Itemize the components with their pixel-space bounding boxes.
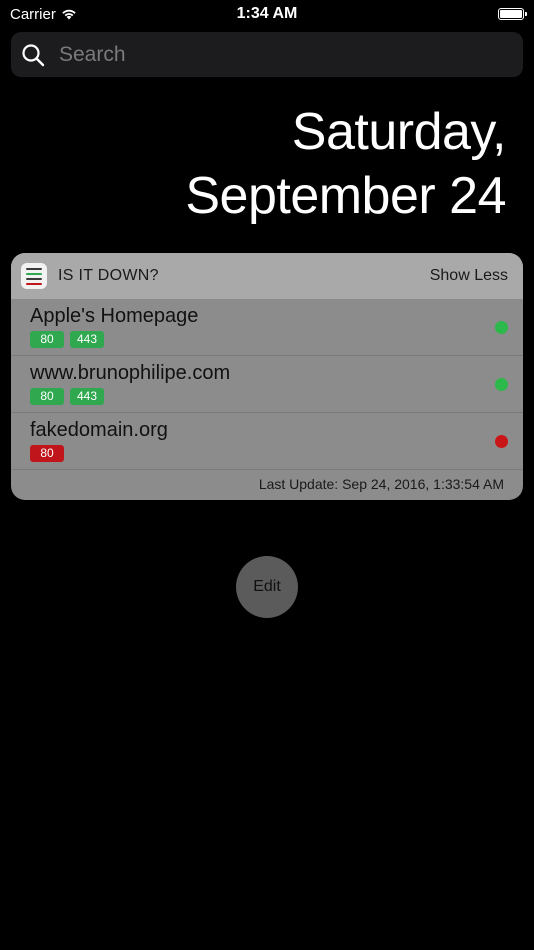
date-display: Saturday, September 24 (185, 100, 506, 228)
search-icon (22, 43, 45, 66)
port-list: 80 443 (30, 388, 104, 405)
site-name: Apple's Homepage (30, 305, 199, 327)
status-left: Carrier (10, 6, 77, 23)
date-weekday: Saturday, (291, 103, 507, 161)
status-indicator (495, 378, 508, 391)
status-indicator (495, 321, 508, 334)
date-day: September 24 (185, 167, 506, 225)
list-icon-line (26, 277, 42, 280)
list-icon-line (26, 267, 42, 270)
carrier-label: Carrier (10, 5, 56, 23)
site-name: www.brunophilipe.com (30, 362, 231, 384)
site-row[interactable]: fakedomain.org 80 (11, 413, 523, 470)
port-badge: 80 (30, 388, 64, 405)
site-name: fakedomain.org (30, 419, 168, 441)
port-badge: 80 (30, 331, 64, 348)
last-update-label: Last Update: Sep 24, 2016, 1:33:54 AM (258, 476, 504, 492)
notification-center: Carrier 1:34 AM Saturday, September 24 (0, 0, 534, 950)
widget-header[interactable]: IS IT DOWN? Show Less (11, 253, 523, 299)
show-less-button[interactable]: Show Less (430, 267, 508, 285)
port-badge: 80 (30, 445, 64, 462)
battery-icon (498, 8, 527, 20)
port-list: 80 443 (30, 331, 104, 348)
port-badge: 443 (70, 388, 104, 405)
battery-level (500, 10, 522, 18)
list-icon-line (26, 272, 42, 275)
status-indicator (495, 435, 508, 448)
edit-button[interactable]: Edit (236, 556, 298, 618)
search-bar[interactable] (11, 32, 523, 77)
list-icon (21, 263, 47, 289)
status-bar: Carrier 1:34 AM (0, 0, 534, 28)
port-list: 80 (30, 445, 64, 462)
site-row[interactable]: www.brunophilipe.com 80 443 (11, 356, 523, 413)
is-it-down-widget: IS IT DOWN? Show Less Apple's Homepage 8… (11, 253, 523, 500)
port-badge: 443 (70, 331, 104, 348)
widget-app-name: IS IT DOWN? (58, 267, 159, 284)
site-row[interactable]: Apple's Homepage 80 443 (11, 299, 523, 356)
wifi-icon (62, 9, 76, 20)
list-icon-line (26, 282, 42, 285)
status-time: 1:34 AM (236, 5, 298, 22)
search-input[interactable] (57, 41, 481, 68)
